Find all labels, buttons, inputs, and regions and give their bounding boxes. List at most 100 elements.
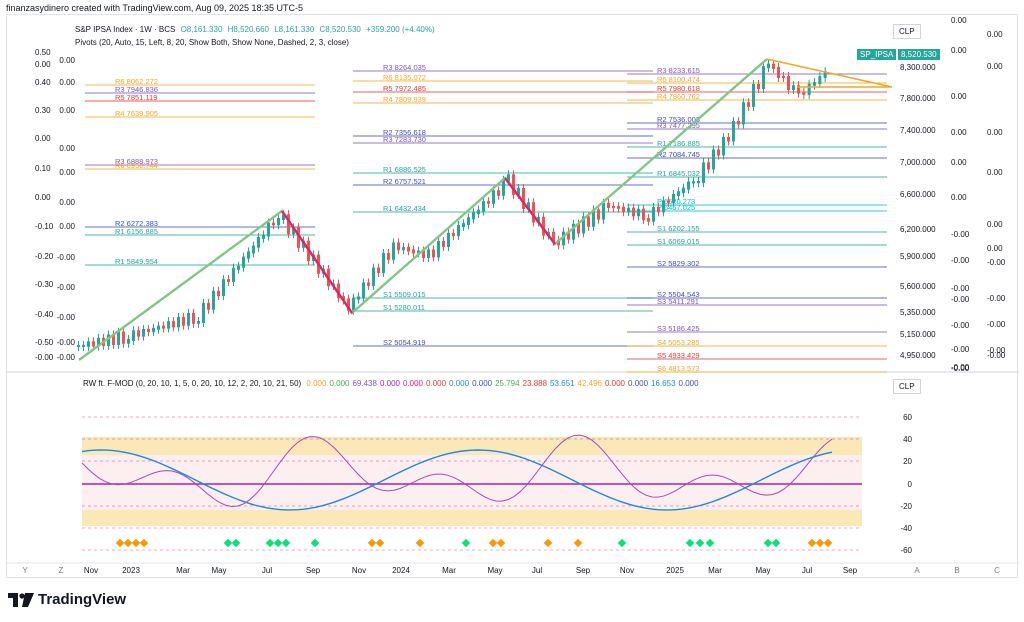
candle-body (717, 149, 720, 156)
indicator-axis-tick: -40 (900, 524, 912, 533)
indicator-value: 0.000 (678, 379, 699, 388)
signal-dot (415, 538, 425, 548)
left-axis2-tick: 0.00 (59, 168, 75, 177)
candle-body (607, 202, 610, 209)
pivot-label: S4 5053.285 (657, 338, 700, 347)
time-axis-tick: May (487, 566, 502, 575)
candle-body (227, 279, 230, 283)
candle-body (212, 290, 215, 310)
signal-dot (488, 538, 498, 548)
candle-body (457, 225, 460, 237)
pivots-legend[interactable]: Pivots (20, Auto, 15, Left, 8, 20, Show … (75, 38, 349, 47)
currency-label[interactable]: CLP (893, 24, 921, 39)
time-axis-tick: Jul (802, 566, 812, 575)
left-axis-tick: 0.00 (35, 60, 51, 69)
right-axis2-tick: 0.00 (951, 158, 967, 167)
signal-dot (281, 538, 291, 548)
signal-dot (763, 538, 773, 548)
pivot-label: R1 6845.032 (657, 169, 700, 178)
candle-body (262, 234, 265, 239)
candle-body (142, 328, 145, 337)
indicator-axis-tick: -60 (900, 546, 912, 555)
candle-body (442, 241, 445, 247)
pivot-label: S3 5411.291 (657, 297, 699, 306)
right-axis2-tick: -0.00 (951, 284, 970, 293)
candle-body (132, 330, 135, 341)
candle-body (252, 245, 255, 254)
left-axis2-tick: -0.00 (57, 338, 76, 347)
candle-body (712, 149, 715, 170)
right-axis3-tick: -0.00 (987, 320, 1006, 329)
candle-body (127, 338, 130, 344)
candle-body (77, 345, 80, 347)
signal-dot (807, 538, 817, 548)
signal-dot (815, 538, 825, 548)
time-axis-tick: Nov (352, 566, 366, 575)
candle-body (462, 223, 465, 228)
signal-dot (617, 538, 627, 548)
left-axis2-tick: -0.00 (57, 353, 76, 362)
candle-body (162, 325, 165, 329)
indicator-value: 0.000 (379, 379, 400, 388)
left-axis-tick: -0.50 (35, 338, 54, 347)
right-axis2-tick: 0.00 (951, 16, 967, 25)
right-axis3-tick: 0.00 (987, 220, 1003, 229)
pivot-label: R4 7639.905 (115, 109, 158, 118)
pivot-label: R1 6886.525 (383, 165, 426, 174)
candle-body (387, 253, 390, 260)
candle-body (367, 282, 370, 286)
candle-body (167, 321, 170, 329)
candle-body (657, 206, 660, 213)
left-axis-tick: 0.00 (35, 193, 51, 202)
candle-body (447, 232, 450, 247)
signal-dot (123, 538, 133, 548)
candle-body (257, 236, 260, 248)
candle-body (662, 200, 665, 213)
candle-body (197, 320, 200, 324)
indicator-values: 0.000 0.000 69.438 0.000 0.000 0.000 0.000 0.00… (306, 379, 701, 388)
pivot-label: S1 6069.015 (657, 237, 700, 246)
right-axis3-tick: -0.00 (987, 294, 1006, 303)
pivot-label: R1 6156.885 (115, 227, 158, 236)
left-axis2-tick: 0.00 (59, 56, 75, 65)
candle-body (522, 188, 525, 209)
candle-body (627, 207, 630, 213)
candle-body (492, 190, 495, 204)
symbol-label[interactable]: S&P IPSA Index · 1W · BCS (75, 25, 175, 34)
candle-body (377, 267, 380, 274)
bottom-right-label: C (994, 566, 1000, 575)
left-axis-tick: -0.30 (35, 280, 54, 289)
candle-body (782, 75, 785, 78)
tradingview-brand-name: TradingView (38, 591, 127, 608)
time-axis-tick: Jul (262, 566, 272, 575)
price-axis-tick: 6,200.000 (900, 225, 936, 234)
signal-dot (273, 538, 283, 548)
candle-body (222, 279, 225, 297)
indicator-value: 0.000 (449, 379, 470, 388)
right-axis3-tick: 0.00 (987, 128, 1003, 137)
candle-body (467, 217, 470, 226)
left-axis-tick: -0.10 (35, 222, 54, 231)
left-axis2-tick: -0.00 (57, 313, 76, 322)
close-value: C8,520.530 (319, 25, 361, 34)
signal-dot (310, 538, 320, 548)
indicator-currency-label[interactable]: CLP (893, 379, 921, 394)
candle-body (692, 181, 695, 184)
chart-canvas[interactable]: 8,300.000 7,800.000 7,400.000 7,000.000 6,60… (7, 15, 1019, 579)
signal-dot (771, 538, 781, 548)
candle-body (172, 321, 175, 328)
time-axis-tick: May (755, 566, 770, 575)
chart-frame[interactable]: 8,300.000 7,800.000 7,400.000 7,000.000 6,60… (6, 14, 1019, 579)
left-axis-tick: 0.40 (35, 78, 51, 87)
right-axis2-tick: -0.00 (951, 345, 970, 354)
candle-body (472, 212, 475, 220)
candle-body (502, 179, 505, 196)
header-attribution: finanzasydinero created with TradingView… (6, 3, 304, 13)
price-axis-tick: 7,000.000 (900, 158, 936, 167)
indicator-legend[interactable]: RW ft. F-MOD (0, 20, 10, 1, 5, 0, 20, 10… (83, 379, 705, 388)
pivot-label: S2 5829.302 (657, 259, 700, 268)
candle-body (487, 201, 490, 204)
candle-body (497, 190, 500, 196)
left-axis-tick: -0.00 (35, 353, 54, 362)
candle-body (242, 256, 245, 268)
